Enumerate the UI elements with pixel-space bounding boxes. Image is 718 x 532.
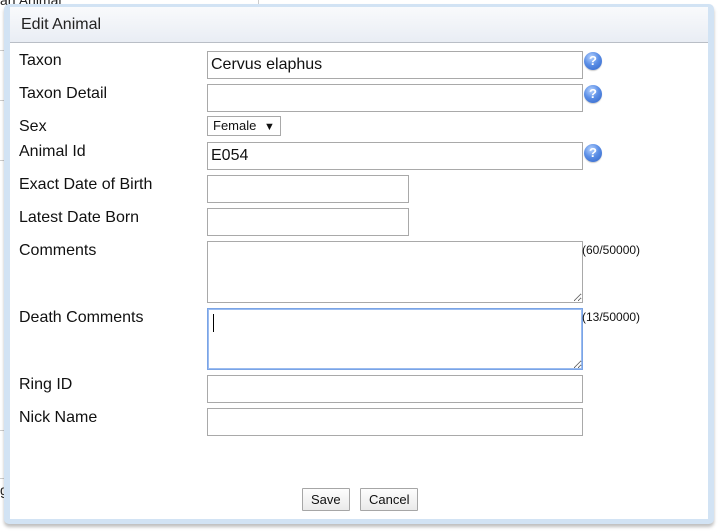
taxon-label: Taxon (19, 52, 62, 69)
nick-name-label: Nick Name (19, 409, 98, 426)
dialog-title: Edit Animal (21, 16, 102, 33)
taxon-input[interactable] (207, 51, 583, 79)
death-comments-wrapper (207, 308, 583, 370)
death-comments-label: Death Comments (19, 309, 144, 326)
animal-id-label: Animal Id (19, 143, 86, 160)
dialog-titlebar[interactable]: Edit Animal (10, 7, 708, 43)
taxon-help-icon[interactable]: ? (584, 52, 602, 70)
latest-date-born-label: Latest Date Born (19, 209, 140, 226)
taxon-detail-input[interactable] (207, 84, 583, 112)
nick-name-input[interactable] (207, 408, 583, 436)
sex-selected-value: Female (213, 118, 257, 133)
exact-dob-input[interactable] (207, 175, 409, 203)
ring-id-label: Ring ID (19, 376, 73, 393)
edit-animal-dialog: Edit Animal Taxon ? Taxon Detail ? Sex F… (4, 4, 714, 524)
taxon-detail-label: Taxon Detail (19, 85, 108, 102)
exact-dob-label: Exact Date of Birth (19, 176, 153, 193)
ring-id-input[interactable] (207, 375, 583, 403)
taxon-detail-help-icon[interactable]: ? (584, 85, 602, 103)
animal-id-input[interactable] (207, 142, 583, 170)
dropdown-arrow-icon: ▼ (263, 121, 275, 133)
cancel-button[interactable]: Cancel (360, 488, 419, 511)
text-caret (213, 314, 214, 332)
death-comments-char-counter: (13/50000) (582, 310, 641, 324)
comments-label: Comments (19, 242, 97, 259)
save-button[interactable]: Save (302, 488, 350, 511)
latest-date-born-input[interactable] (207, 208, 409, 236)
animal-id-help-icon[interactable]: ? (584, 144, 602, 162)
comments-char-counter: (60/50000) (582, 243, 641, 257)
comments-textarea[interactable] (207, 241, 583, 303)
dialog-content: Edit Animal Taxon ? Taxon Detail ? Sex F… (10, 7, 708, 519)
sex-label: Sex (19, 118, 47, 135)
death-comments-textarea[interactable] (207, 308, 583, 370)
sex-select[interactable]: Female ▼ (207, 116, 281, 136)
